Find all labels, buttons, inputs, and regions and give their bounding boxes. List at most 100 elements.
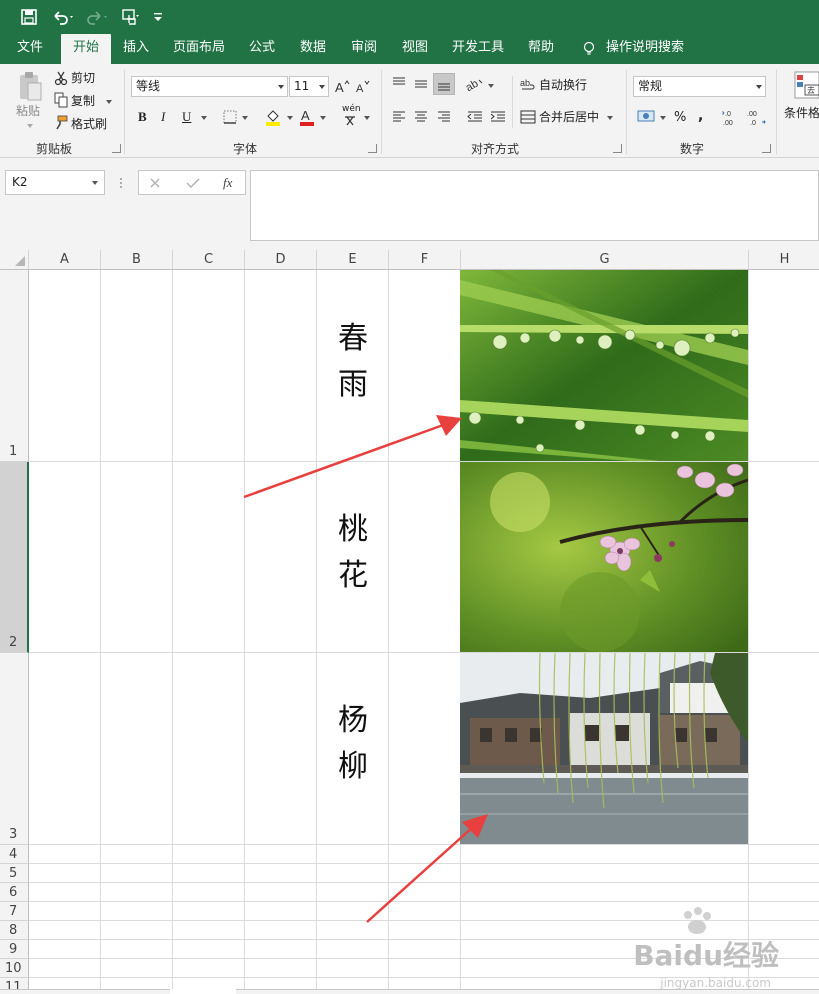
save-icon[interactable] — [20, 6, 38, 28]
tab-review[interactable]: 审阅 — [344, 34, 384, 64]
customize-icon[interactable] — [152, 6, 164, 28]
tab-help[interactable]: 帮助 — [521, 34, 561, 64]
column-header-g[interactable]: G — [461, 250, 749, 270]
tab-page-layout[interactable]: 页面布局 — [168, 34, 230, 64]
cell-e1[interactable]: 春 雨 — [317, 316, 389, 408]
comma-button[interactable]: , — [698, 107, 703, 125]
tab-file[interactable]: 文件 — [8, 34, 52, 64]
row-header-1[interactable]: 1 — [0, 270, 29, 462]
row-header-2[interactable]: 2 — [0, 462, 29, 653]
conditional-formatting-button[interactable]: 条件格 — [784, 104, 819, 122]
column-header-d[interactable]: D — [245, 250, 317, 270]
increase-font-size-icon[interactable]: A — [334, 78, 350, 94]
undo-icon[interactable] — [50, 6, 76, 28]
cancel-icon[interactable] — [149, 177, 161, 189]
font-color-icon[interactable]: A — [298, 107, 316, 127]
borders-icon[interactable] — [222, 109, 238, 125]
align-center-icon[interactable] — [413, 109, 429, 125]
row-header-7[interactable]: 7 — [0, 902, 29, 921]
redo-icon[interactable] — [85, 6, 111, 28]
wrap-text-button[interactable]: 自动换行 — [539, 76, 587, 94]
number-group-label: 数字 — [679, 142, 704, 156]
tab-formulas[interactable]: 公式 — [242, 34, 282, 64]
select-all-corner[interactable] — [0, 250, 29, 270]
underline-button[interactable]: U — [182, 108, 191, 126]
italic-button[interactable]: I — [161, 108, 165, 126]
format-painter-button[interactable]: 格式刷 — [71, 115, 107, 133]
peach-blossom-image[interactable] — [460, 462, 748, 652]
decrease-indent-icon[interactable] — [466, 109, 484, 125]
row-header-5[interactable]: 5 — [0, 864, 29, 883]
column-header-a[interactable]: A — [29, 250, 101, 270]
increase-indent-icon[interactable] — [489, 109, 507, 125]
grass-raindrops-image[interactable] — [460, 270, 748, 461]
willow-river-image[interactable] — [460, 653, 748, 844]
chevron-down-icon[interactable] — [92, 181, 98, 185]
enter-check-icon[interactable] — [186, 177, 200, 189]
column-header-f[interactable]: F — [389, 250, 461, 270]
formula-input[interactable] — [250, 170, 819, 241]
decrease-font-size-icon[interactable]: A — [355, 78, 371, 94]
clipboard-launcher-icon[interactable] — [112, 144, 121, 153]
cut-button[interactable]: 剪切 — [71, 69, 95, 87]
align-bottom-button[interactable] — [433, 73, 455, 95]
row-header-3[interactable]: 3 — [0, 653, 29, 845]
row-header-4[interactable]: 4 — [0, 845, 29, 864]
align-right-icon[interactable] — [436, 109, 452, 125]
underline-dropdown-icon[interactable] — [201, 116, 207, 120]
active-sheet-tab[interactable] — [170, 989, 236, 994]
row-header-6[interactable]: 6 — [0, 883, 29, 902]
merge-center-button[interactable]: 合并后居中 — [539, 108, 599, 126]
merge-dropdown-icon[interactable] — [607, 116, 613, 120]
paste-button[interactable]: 粘贴 — [16, 102, 40, 120]
bold-button[interactable]: B — [138, 108, 147, 126]
alignment-launcher-icon[interactable] — [613, 144, 622, 153]
font-name-combo[interactable]: 等线 — [131, 76, 288, 97]
tab-insert[interactable]: 插入 — [116, 34, 156, 64]
column-header-b[interactable]: B — [101, 250, 173, 270]
fill-color-dropdown-icon[interactable] — [287, 116, 293, 120]
cell-e2[interactable]: 桃 花 — [317, 507, 389, 599]
column-header-h[interactable]: H — [749, 250, 819, 270]
cell-e3[interactable]: 杨 柳 — [317, 698, 389, 790]
orientation-dropdown-icon[interactable] — [488, 84, 494, 88]
phonetic-dropdown-icon[interactable] — [364, 116, 370, 120]
name-box[interactable]: K2 — [5, 170, 105, 195]
borders-dropdown-icon[interactable] — [242, 116, 248, 120]
paste-dropdown-icon[interactable] — [27, 124, 33, 128]
font-group-label: 字体 — [232, 142, 257, 156]
tab-data[interactable]: 数据 — [293, 34, 333, 64]
align-middle-icon[interactable] — [413, 76, 429, 92]
accounting-format-icon[interactable] — [637, 108, 657, 126]
phonetic-button[interactable]: wén — [342, 104, 361, 114]
copy-dropdown-icon[interactable] — [106, 100, 112, 104]
align-top-icon[interactable] — [391, 76, 407, 92]
font-launcher-icon[interactable] — [368, 144, 377, 153]
touch-mode-icon[interactable] — [120, 6, 142, 28]
splitter-handle-icon[interactable] — [118, 176, 124, 190]
align-left-icon[interactable] — [391, 109, 407, 125]
tab-home[interactable]: 开始 — [61, 34, 111, 64]
column-header-c[interactable]: C — [173, 250, 245, 270]
increase-decimal-icon[interactable]: .0 .00 — [722, 108, 742, 126]
orientation-icon[interactable]: ab — [466, 76, 488, 92]
svg-text:.0: .0 — [750, 120, 756, 126]
row-header-9[interactable]: 9 — [0, 940, 29, 959]
row-header-8[interactable]: 8 — [0, 921, 29, 940]
row-header-10[interactable]: 10 — [0, 959, 29, 978]
number-launcher-icon[interactable] — [762, 144, 771, 153]
tab-developer[interactable]: 开发工具 — [447, 34, 509, 64]
decrease-decimal-icon[interactable]: .00 .0 — [746, 108, 766, 126]
accounting-dropdown-icon[interactable] — [660, 116, 666, 120]
insert-function-button[interactable]: fx — [223, 175, 232, 191]
tell-me-search[interactable]: 操作说明搜索 — [604, 34, 686, 64]
percent-button[interactable]: % — [674, 109, 686, 127]
number-format-combo[interactable]: 常规 — [633, 76, 766, 97]
copy-button[interactable]: 复制 — [71, 92, 95, 110]
column-header-e[interactable]: E — [317, 250, 389, 270]
font-size-combo[interactable]: 11 — [289, 76, 329, 97]
fill-color-icon[interactable] — [264, 107, 282, 127]
font-color-dropdown-icon[interactable] — [320, 116, 326, 120]
paste-icon[interactable] — [16, 70, 44, 104]
tab-view[interactable]: 视图 — [395, 34, 435, 64]
